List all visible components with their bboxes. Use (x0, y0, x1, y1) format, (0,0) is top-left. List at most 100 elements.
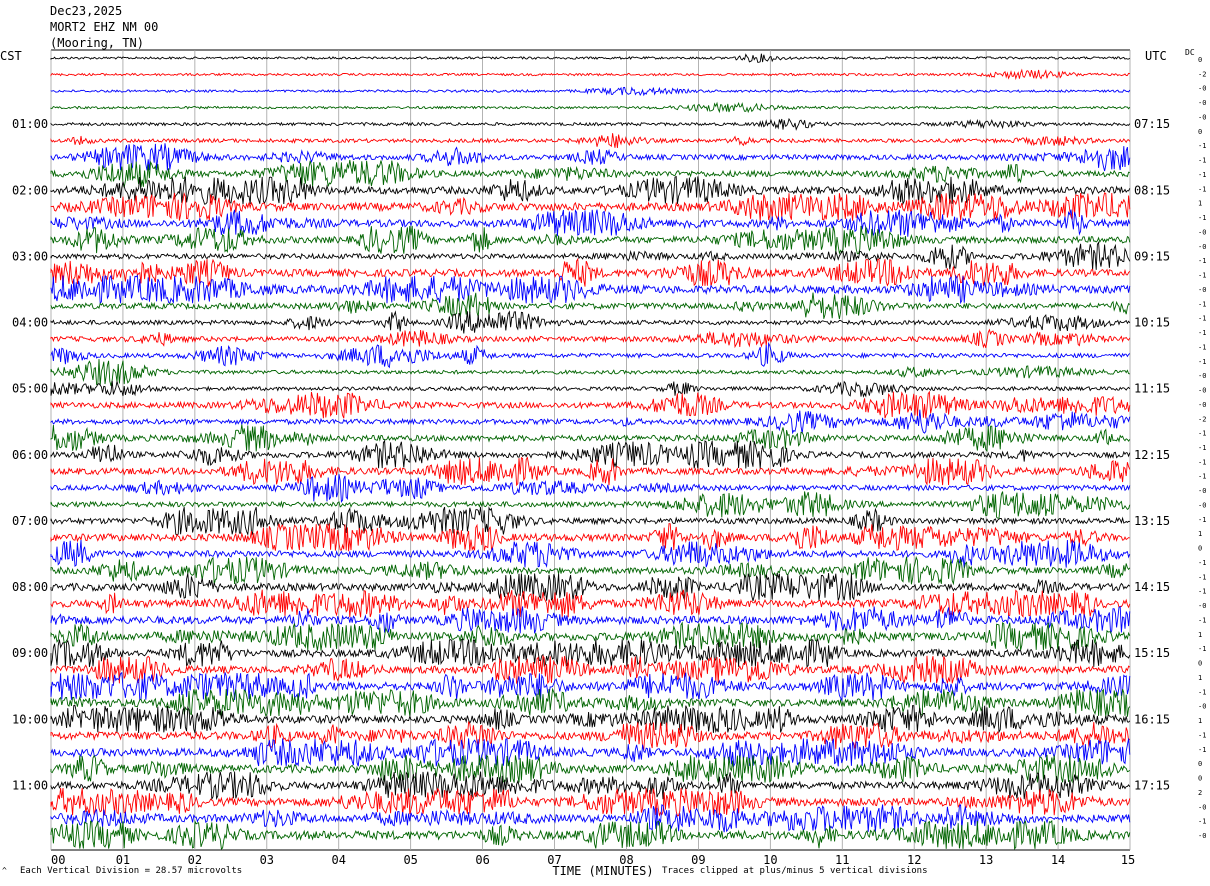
seismic-trace (50, 424, 1131, 452)
dc-offset-value: -1 (1198, 142, 1206, 150)
right-hour-label: 12:15 (1134, 448, 1170, 462)
dc-offset-value: -1 (1198, 645, 1206, 653)
dc-offset-value: -0 (1198, 832, 1206, 840)
seismic-trace (50, 621, 1131, 651)
seismic-trace (50, 738, 1131, 768)
dc-offset-value: -1 (1198, 516, 1206, 524)
dc-offset-value: -2 (1198, 70, 1206, 78)
dc-offset-value: -1 (1198, 430, 1206, 438)
dc-offset-value: -0 (1198, 372, 1206, 380)
right-hour-label: 15:15 (1134, 646, 1170, 660)
dc-offset-value: -0 (1198, 243, 1206, 251)
left-hour-label: 09:00 (12, 646, 48, 660)
left-hour-label: 08:00 (12, 580, 48, 594)
right-hour-label: 16:15 (1134, 712, 1170, 726)
seismic-trace (50, 68, 1130, 81)
clip-note: Traces clipped at plus/minus 5 vertical … (662, 866, 928, 876)
seismic-trace (50, 341, 1131, 369)
x-tick-label: 14 (1051, 853, 1065, 867)
dc-offset-value: -0 (1198, 286, 1206, 294)
left-hour-label: 04:00 (12, 316, 48, 330)
dc-offset-value: -0 (1198, 387, 1206, 395)
seismic-trace (50, 819, 1131, 850)
dc-offset-value: -0 (1198, 401, 1206, 409)
seismic-trace (50, 143, 1131, 172)
seismic-trace (50, 101, 1131, 114)
x-tick-label: 11 (835, 853, 849, 867)
dc-offset-value: -1 (1198, 272, 1206, 280)
seismic-trace (50, 474, 1131, 503)
left-hour-label: 01:00 (12, 117, 48, 131)
right-hour-label: 14:15 (1134, 580, 1170, 594)
seismic-trace (50, 787, 1131, 817)
x-tick-label: 06 (475, 853, 489, 867)
seismic-trace (50, 523, 1130, 552)
seismic-trace (50, 409, 1131, 435)
dc-offset-value: -0 (1198, 99, 1206, 107)
corner-mark: ^ (2, 866, 7, 875)
dc-offset-value: -1 (1198, 300, 1206, 308)
x-tick-label: 12 (907, 853, 921, 867)
right-hour-label: 10:15 (1134, 316, 1170, 330)
seismic-trace (50, 555, 1131, 586)
seismic-trace (50, 310, 1131, 334)
dc-offset-value: -1 (1198, 185, 1206, 193)
seismic-trace (50, 292, 1131, 320)
right-hour-label: 17:15 (1134, 778, 1170, 792)
seismic-traces (50, 53, 1131, 850)
dc-offset-value: -1 (1198, 315, 1206, 323)
dc-offset-value: -0 (1198, 803, 1206, 811)
dc-offset-value: -1 (1198, 731, 1206, 739)
x-tick-label: 03 (260, 853, 274, 867)
dc-offset-value: -0 (1198, 501, 1206, 509)
dc-offset-value: 1 (1198, 200, 1202, 208)
x-tick-label: 15 (1121, 853, 1135, 867)
dc-offset-value: -1 (1198, 329, 1206, 337)
dc-offset-value: -1 (1198, 171, 1206, 179)
seismic-trace (50, 359, 1130, 387)
dc-offset-value: -1 (1198, 559, 1206, 567)
seismic-trace (50, 133, 1131, 148)
seismic-trace (50, 589, 1131, 618)
x-tick-label: 01 (116, 853, 130, 867)
dc-offset-value: 2 (1198, 789, 1202, 797)
right-hour-label: 11:15 (1134, 382, 1170, 396)
seismic-trace (50, 380, 1131, 398)
right-hour-label: 07:15 (1134, 117, 1170, 131)
dc-offset-value: 0 (1198, 545, 1202, 553)
x-tick-label: 05 (403, 853, 417, 867)
dc-offset-value: -1 (1198, 458, 1206, 466)
dc-offset-value: -1 (1198, 214, 1206, 222)
dc-offset-value: -0 (1198, 113, 1206, 121)
x-tick-label: 02 (188, 853, 202, 867)
seismic-trace (50, 86, 1131, 97)
dc-offset-value: -1 (1198, 157, 1206, 165)
dc-offset-value: -1 (1198, 343, 1206, 351)
left-hour-label: 06:00 (12, 448, 48, 462)
dc-offset-value: 1 (1198, 530, 1202, 538)
dc-offset-value: -2 (1198, 415, 1206, 423)
dc-offset-value: -1 (1198, 688, 1206, 696)
seismic-trace (50, 328, 1131, 349)
dc-offset-value: -0 (1198, 228, 1206, 236)
seismic-trace (50, 209, 1131, 237)
seismic-trace (50, 704, 1131, 734)
dc-offset-value: -1 (1198, 473, 1206, 481)
left-hour-label: 11:00 (12, 778, 48, 792)
seismic-trace (50, 754, 1131, 784)
seismic-trace (50, 771, 1131, 801)
right-hour-label: 09:15 (1134, 249, 1170, 263)
dc-offset-value: 0 (1198, 760, 1202, 768)
x-axis-title: TIME (MINUTES) (552, 864, 653, 878)
left-hour-label: 02:00 (12, 183, 48, 197)
dc-offset-value: -1 (1198, 588, 1206, 596)
seismic-trace (50, 638, 1131, 669)
left-hour-label: 05:00 (12, 382, 48, 396)
x-tick-label: 13 (979, 853, 993, 867)
dc-offset-value: -0 (1198, 85, 1206, 93)
dc-offset-value: -0 (1198, 487, 1206, 495)
dc-offset-value: -1 (1198, 444, 1206, 452)
right-hour-label: 13:15 (1134, 514, 1170, 528)
left-hour-label: 03:00 (12, 249, 48, 263)
right-hour-label: 08:15 (1134, 183, 1170, 197)
